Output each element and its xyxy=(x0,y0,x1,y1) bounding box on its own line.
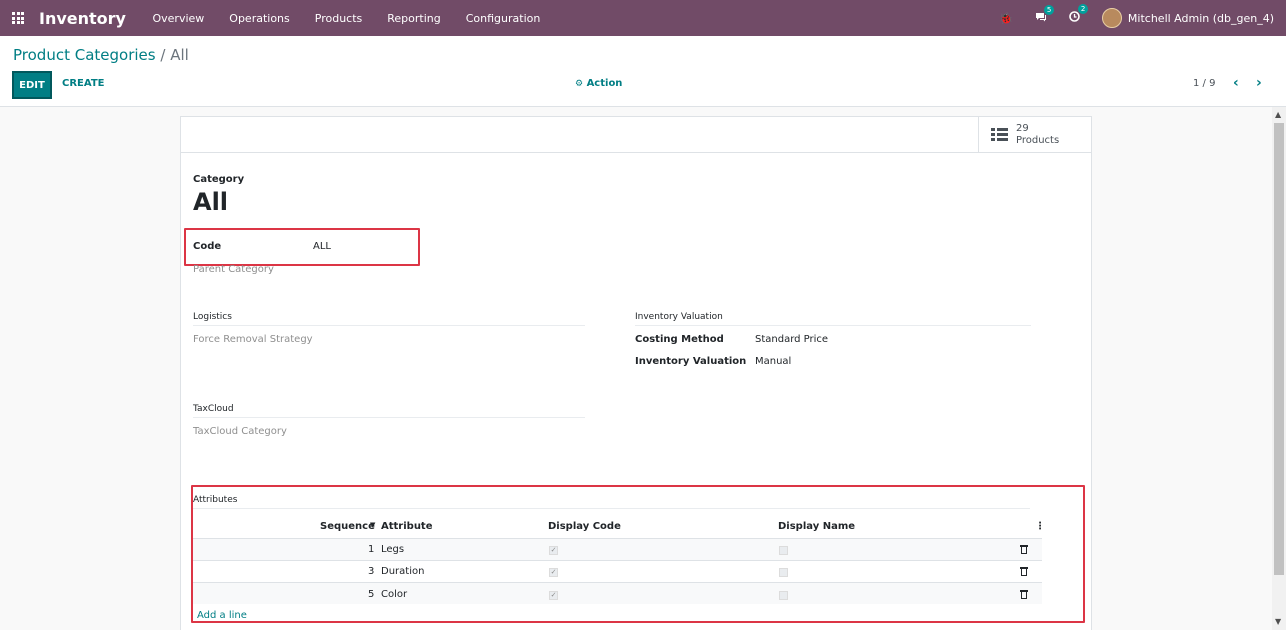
category-label: Category xyxy=(193,174,245,185)
scroll-down-arrow-icon[interactable]: ▼ xyxy=(1275,617,1281,626)
row-sequence: 5 xyxy=(368,589,375,600)
chat-icon[interactable]: 5 xyxy=(1035,4,1055,25)
breadcrumb-current: All xyxy=(170,46,189,64)
attributes-title: Attributes xyxy=(193,495,238,505)
breadcrumb-parent[interactable]: Product Categories xyxy=(13,46,156,64)
top-navbar: Inventory Overview Operations Products R… xyxy=(0,0,1286,36)
row-attribute[interactable]: Duration xyxy=(381,566,424,577)
delete-row-trash-icon[interactable] xyxy=(1020,590,1028,599)
parent-category-label: Parent Category xyxy=(193,264,274,275)
delete-row-trash-icon[interactable] xyxy=(1020,567,1028,576)
row-attribute[interactable]: Color xyxy=(381,589,407,600)
category-name: All xyxy=(193,188,229,216)
activity-count-badge: 2 xyxy=(1077,4,1089,14)
action-label: Action xyxy=(586,78,623,89)
sequence-column-header[interactable]: Sequence xyxy=(320,521,375,532)
valuation-group-title: Inventory Valuation xyxy=(635,312,723,322)
sort-descending-icon: ▼ xyxy=(370,521,376,529)
menu-operations[interactable]: Operations xyxy=(217,12,302,25)
activity-clock-icon[interactable]: 2 xyxy=(1069,4,1089,25)
inventory-valuation-value: Manual xyxy=(755,356,792,367)
display-code-checkbox[interactable]: ✓ xyxy=(549,568,558,577)
edit-button[interactable]: EDIT xyxy=(12,71,52,99)
costing-method-value: Standard Price xyxy=(755,334,829,345)
scroll-up-arrow-icon[interactable]: ▲ xyxy=(1275,110,1281,119)
user-name[interactable]: Mitchell Admin (db_gen_4) xyxy=(1128,12,1274,25)
code-value: ALL xyxy=(313,241,331,252)
display-name-checkbox[interactable] xyxy=(779,546,788,555)
gear-icon: ⚙ xyxy=(575,79,584,89)
list-icon xyxy=(991,128,1008,141)
menu-configuration[interactable]: Configuration xyxy=(453,12,553,25)
display-code-column-header[interactable]: Display Code xyxy=(548,521,621,532)
column-options-kebab-icon[interactable]: ⋮ xyxy=(1035,521,1045,532)
breadcrumb-separator: / xyxy=(160,46,166,64)
display-name-checkbox[interactable] xyxy=(779,568,788,577)
removal-strategy-label: Force Removal Strategy xyxy=(193,334,313,345)
delete-row-trash-icon[interactable] xyxy=(1020,545,1028,554)
menu-overview[interactable]: Overview xyxy=(140,12,217,25)
logistics-separator xyxy=(193,325,585,326)
logistics-group-title: Logistics xyxy=(193,312,232,322)
display-code-checkbox[interactable]: ✓ xyxy=(549,591,558,600)
scrollbar-thumb[interactable] xyxy=(1274,123,1284,575)
table-row[interactable] xyxy=(193,582,1042,604)
taxcloud-separator xyxy=(193,417,585,418)
add-a-line-link[interactable]: Add a line xyxy=(197,610,247,621)
valuation-separator xyxy=(635,325,1031,326)
apps-menu-icon[interactable] xyxy=(0,0,36,36)
create-button[interactable]: CREATE xyxy=(62,78,105,89)
pager-next-chevron-right-icon[interactable]: › xyxy=(1256,75,1262,91)
breadcrumb: Product Categories / All xyxy=(13,46,189,64)
navbar-systray: 🐞 5 2 Mitchell Admin (db_gen_4) xyxy=(977,0,1274,36)
display-code-checkbox[interactable]: ✓ xyxy=(549,546,558,555)
app-name[interactable]: Inventory xyxy=(39,9,126,28)
taxcloud-category-label: TaxCloud Category xyxy=(193,426,287,437)
inventory-valuation-label: Inventory Valuation xyxy=(635,356,747,367)
user-avatar[interactable] xyxy=(1101,8,1122,28)
table-row[interactable] xyxy=(193,560,1042,582)
pager-previous-chevron-left-icon[interactable]: ‹ xyxy=(1233,75,1239,91)
display-name-column-header[interactable]: Display Name xyxy=(778,521,855,532)
row-sequence: 3 xyxy=(368,566,375,577)
product-count: 29 xyxy=(1016,122,1029,134)
menu-reporting[interactable]: Reporting xyxy=(375,12,453,25)
page-scrollbar[interactable]: ▲ ▼ xyxy=(1272,107,1286,630)
product-count-label: Products xyxy=(1016,134,1060,146)
pager-value[interactable]: 1 / 9 xyxy=(1193,78,1215,89)
row-attribute[interactable]: Legs xyxy=(381,544,404,555)
taxcloud-group-title: TaxCloud xyxy=(193,404,234,414)
row-sequence: 1 xyxy=(368,544,375,555)
chat-count-badge: 5 xyxy=(1043,4,1055,15)
menu-products[interactable]: Products xyxy=(302,12,375,25)
costing-method-label: Costing Method xyxy=(635,334,724,345)
debug-bug-icon[interactable]: 🐞 xyxy=(999,12,1013,25)
display-name-checkbox[interactable] xyxy=(779,591,788,600)
table-row[interactable] xyxy=(193,538,1042,560)
form-sheet: 29 Products Category All Code ALL Parent… xyxy=(180,116,1092,630)
attribute-column-header[interactable]: Attribute xyxy=(381,521,433,532)
products-smart-button[interactable]: 29 Products xyxy=(978,117,1091,152)
attributes-separator xyxy=(193,508,1030,509)
control-panel: Product Categories / All EDIT CREATE ⚙ A… xyxy=(0,36,1286,107)
action-menu-button[interactable]: ⚙ Action xyxy=(575,78,622,89)
code-label: Code xyxy=(193,241,222,252)
button-box: 29 Products xyxy=(181,117,1091,153)
